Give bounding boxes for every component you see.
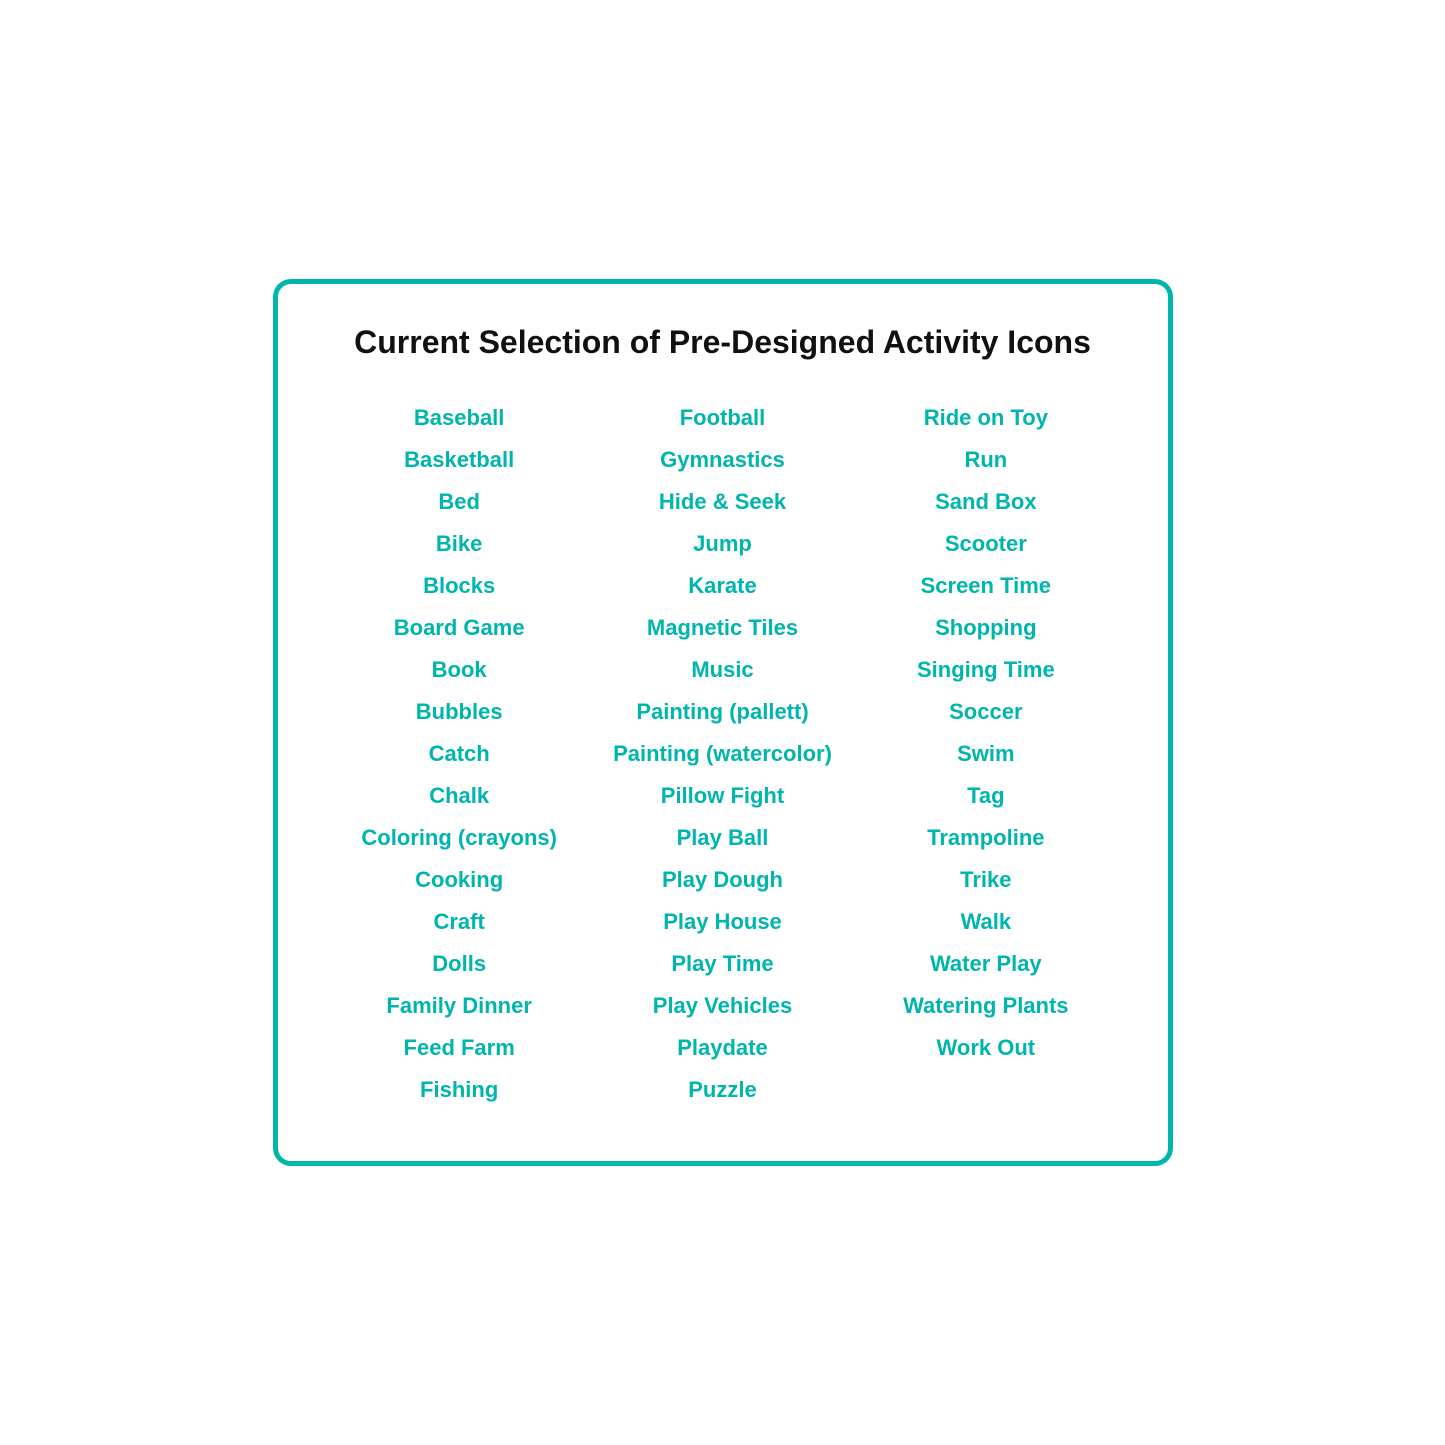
page-title: Current Selection of Pre-Designed Activi… [328,324,1118,361]
list-item: Run [960,439,1011,481]
list-item: Bubbles [412,691,507,733]
list-item: Bike [432,523,486,565]
list-item: Play Vehicles [649,985,796,1027]
list-item: Pillow Fight [657,775,788,817]
list-item: Basketball [400,439,518,481]
list-item: Ride on Toy [920,397,1052,439]
list-item: Playdate [673,1027,772,1069]
list-item: Work Out [933,1027,1040,1069]
list-item: Play Dough [658,859,787,901]
list-item: Karate [684,565,760,607]
list-item: Board Game [390,607,529,649]
column-3: Ride on ToyRunSand BoxScooterScreen Time… [854,397,1117,1111]
list-item: Catch [425,733,494,775]
list-item: Water Play [926,943,1046,985]
list-item: Trampoline [923,817,1048,859]
list-item: Bed [434,481,484,523]
list-item: Swim [953,733,1018,775]
list-item: Soccer [945,691,1026,733]
list-item: Singing Time [913,649,1059,691]
list-item: Sand Box [931,481,1040,523]
list-item: Puzzle [684,1069,760,1111]
list-item: Screen Time [917,565,1055,607]
column-2: FootballGymnasticsHide & SeekJumpKarateM… [591,397,854,1111]
main-card: Current Selection of Pre-Designed Activi… [273,279,1173,1166]
list-item: Scooter [941,523,1031,565]
columns-container: BaseballBasketballBedBikeBlocksBoard Gam… [328,397,1118,1111]
list-item: Play Time [667,943,777,985]
list-item: Watering Plants [899,985,1072,1027]
list-item: Walk [957,901,1016,943]
list-item: Cooking [411,859,507,901]
list-item: Shopping [931,607,1040,649]
list-item: Play House [659,901,786,943]
list-item: Dolls [428,943,490,985]
list-item: Gymnastics [656,439,789,481]
list-item: Baseball [410,397,509,439]
list-item: Painting (watercolor) [609,733,836,775]
list-item: Trike [956,859,1015,901]
list-item: Football [676,397,770,439]
list-item: Coloring (crayons) [357,817,561,859]
list-item: Feed Farm [400,1027,519,1069]
list-item: Book [428,649,491,691]
list-item: Music [687,649,757,691]
list-item: Family Dinner [382,985,535,1027]
list-item: Painting (pallett) [632,691,812,733]
list-item: Tag [963,775,1008,817]
list-item: Fishing [416,1069,502,1111]
list-item: Hide & Seek [655,481,790,523]
list-item: Blocks [419,565,499,607]
list-item: Jump [689,523,756,565]
list-item: Craft [429,901,488,943]
list-item: Play Ball [673,817,773,859]
list-item: Chalk [425,775,493,817]
list-item: Magnetic Tiles [643,607,802,649]
column-1: BaseballBasketballBedBikeBlocksBoard Gam… [328,397,591,1111]
